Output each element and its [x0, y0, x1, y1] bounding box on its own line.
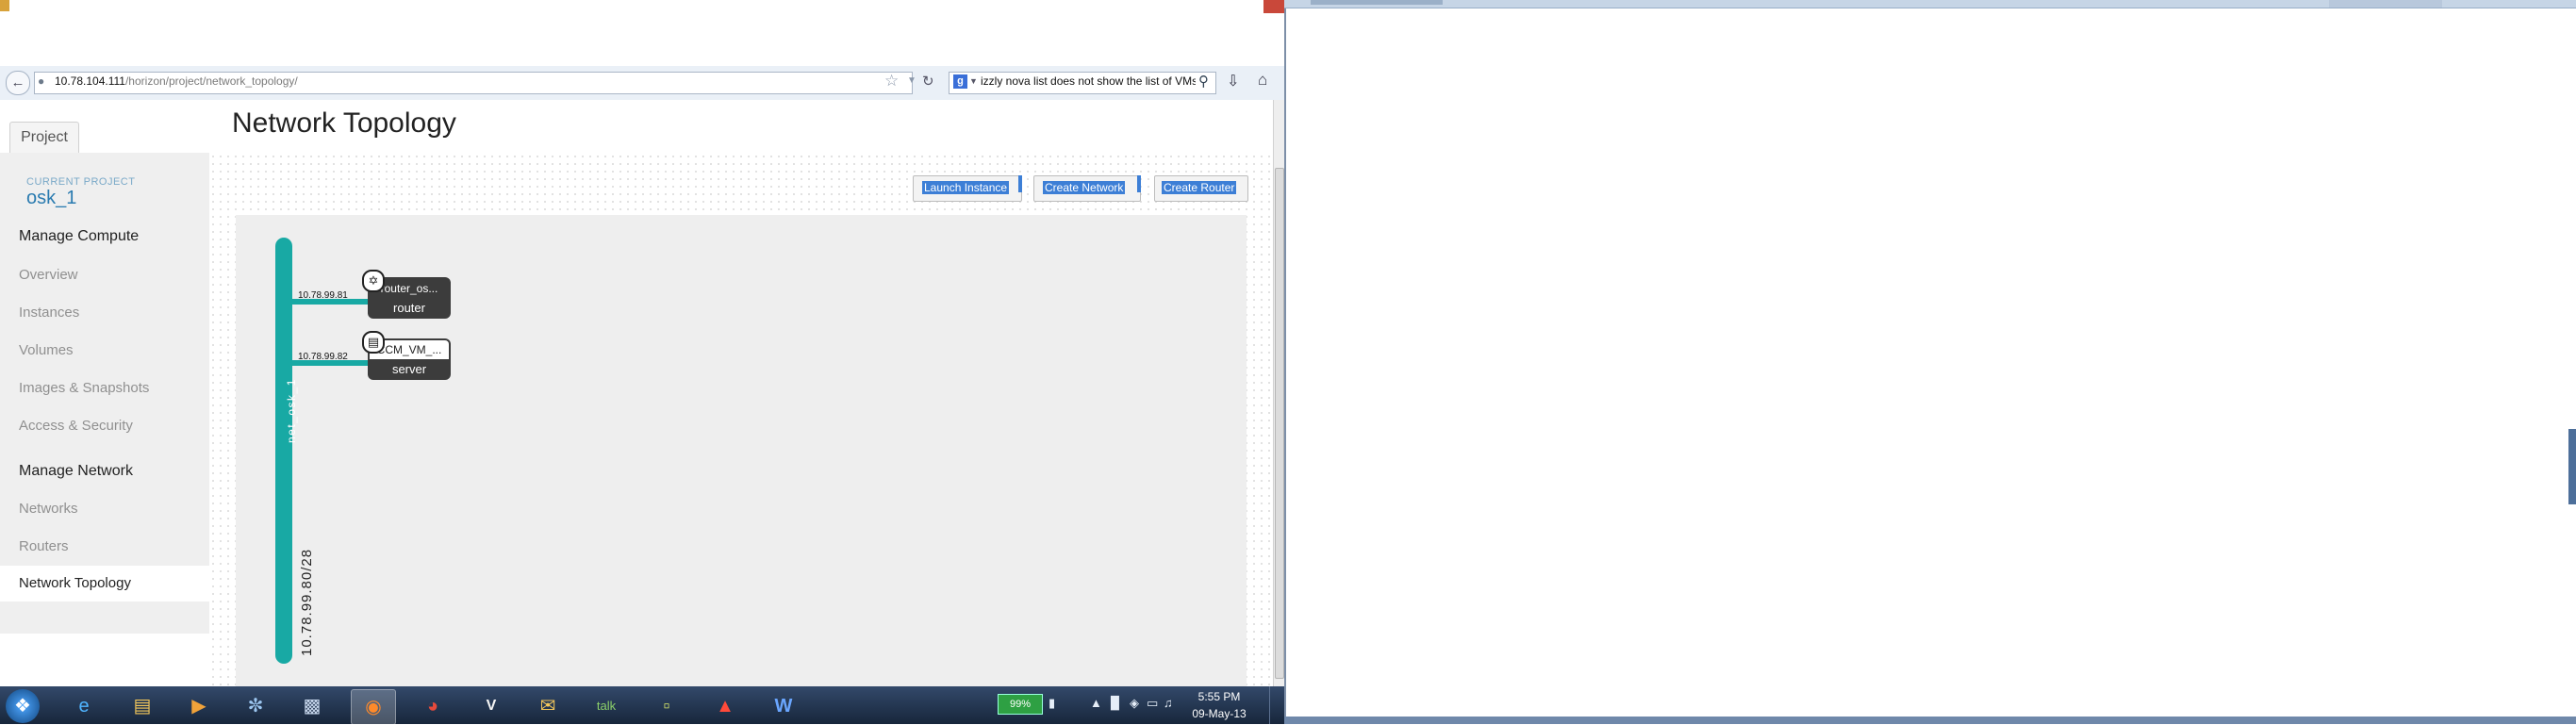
power-icon[interactable]: ▭ — [1147, 696, 1158, 711]
home-icon[interactable]: ⌂ — [1258, 71, 1267, 90]
star-icon[interactable]: ☆ — [884, 72, 899, 91]
secondary-window — [1284, 0, 2576, 724]
server-icon: ▤ — [362, 331, 385, 354]
network-name: net_osk_1 — [285, 378, 298, 443]
url-path: /horizon/project/network_topology/ — [124, 74, 298, 88]
word-icon[interactable]: W — [762, 689, 805, 723]
google-icon[interactable]: g — [953, 74, 967, 89]
magnifier-icon[interactable]: ⚲ — [1198, 73, 1209, 90]
create-router-label: Create Router — [1162, 181, 1237, 194]
server-type-label: server — [391, 362, 427, 376]
search-engine-dropdown-icon[interactable]: ▼ — [969, 76, 978, 86]
internet-explorer-icon[interactable]: e — [62, 689, 106, 723]
sidebar-item-images-snapshots[interactable]: Images & Snapshots — [19, 380, 149, 396]
back-arrow-icon[interactable]: ← — [6, 71, 30, 95]
window-icon — [0, 0, 9, 11]
monitor-separator — [1284, 0, 1286, 724]
url-host: 10.78.104.111 — [55, 74, 125, 88]
url-text: 10.78.104.111/horizon/project/network_to… — [55, 74, 298, 88]
clock-date[interactable]: 09-May-13 — [1184, 707, 1254, 720]
start-button[interactable]: ❖ — [6, 689, 40, 723]
sidebar-item-instances[interactable]: Instances — [19, 305, 79, 321]
scrollbar-thumb[interactable] — [1275, 168, 1284, 679]
create-network-button[interactable]: Create Network — [1033, 175, 1141, 202]
router-type-label: router — [393, 301, 425, 315]
adobe-reader-icon[interactable]: ▲ — [703, 689, 747, 723]
tab-project[interactable]: Project — [9, 122, 79, 153]
router-icon: ✡ — [362, 270, 385, 292]
launch-instance-label: Launch Instance — [922, 181, 1010, 194]
network-cidr: 10.78.99.80/28 — [299, 548, 315, 656]
secondary-edge-tab — [2568, 429, 2576, 504]
battery-indicator[interactable]: 99% — [998, 694, 1043, 715]
dropdown-arrow-icon[interactable]: ▼ — [907, 75, 916, 86]
search-query: izzly nova list does not show the list o… — [981, 74, 1196, 88]
sidebar-header-compute: Manage Compute — [19, 228, 140, 244]
network-tool-icon[interactable]: ✼ — [234, 689, 277, 723]
remote-tool-icon[interactable]: ▩ — [290, 689, 334, 723]
launch-instance-button[interactable]: Launch Instance — [913, 175, 1022, 202]
gtalk-icon[interactable]: talk — [585, 689, 628, 723]
firefox-icon[interactable]: ◉ — [351, 689, 396, 725]
tray-expand-arrow-icon[interactable]: ▲ — [1090, 696, 1102, 710]
browser-title-strip — [0, 0, 1284, 67]
sidebar-item-network-topology[interactable]: Network Topology — [19, 575, 131, 591]
reload-icon[interactable]: ↻ — [922, 73, 934, 90]
create-network-label: Create Network — [1043, 181, 1126, 194]
sidebar-item-networks[interactable]: Networks — [19, 501, 78, 517]
file-explorer-icon[interactable]: ▤ — [121, 689, 164, 723]
media-player-icon[interactable]: ▶ — [177, 689, 221, 723]
vmware-icon[interactable]: V — [470, 689, 513, 723]
secondary-window-controls[interactable] — [2329, 0, 2442, 8]
volume-icon[interactable]: ♫ — [1164, 696, 1173, 710]
button-split-marker — [1137, 175, 1141, 192]
current-project-label: CURRENT PROJECT — [26, 176, 136, 188]
notes-icon[interactable]: ▫ — [645, 689, 688, 723]
button-split-marker — [1018, 175, 1022, 192]
keyboard-icon[interactable]: ▮ — [1049, 696, 1055, 711]
clock-time[interactable]: 5:55 PM — [1184, 690, 1254, 703]
sidebar-item-routers[interactable]: Routers — [19, 538, 69, 554]
chrome-icon[interactable]: ◕ — [411, 689, 454, 723]
sidebar-header-network: Manage Network — [19, 463, 133, 479]
site-identity-icon[interactable]: ● — [38, 74, 44, 88]
secondary-window-bottom-edge — [1284, 717, 2576, 724]
outlook-icon[interactable]: ✉ — [526, 689, 570, 723]
router-port-ip: 10.78.99.81 — [298, 290, 348, 301]
windows-logo-icon: ❖ — [14, 696, 31, 717]
signal-strength-icon[interactable]: ▉ — [1111, 696, 1120, 711]
download-arrow-icon[interactable]: ⇩ — [1227, 72, 1239, 91]
show-desktop-button[interactable] — [1269, 686, 1285, 724]
create-router-button[interactable]: Create Router — [1154, 175, 1248, 202]
sidebar-item-volumes[interactable]: Volumes — [19, 342, 74, 358]
sidebar-item-overview[interactable]: Overview — [19, 267, 78, 283]
server-port-ip: 10.78.99.82 — [298, 352, 348, 362]
close-window-button[interactable] — [1263, 0, 1284, 13]
current-project-name[interactable]: osk_1 — [26, 188, 76, 209]
secondary-window-title-bar — [1311, 0, 1443, 5]
page-title: Network Topology — [232, 107, 456, 139]
sidebar-item-access-security[interactable]: Access & Security — [19, 418, 133, 434]
network-globe-icon[interactable]: ◈ — [1130, 696, 1139, 711]
